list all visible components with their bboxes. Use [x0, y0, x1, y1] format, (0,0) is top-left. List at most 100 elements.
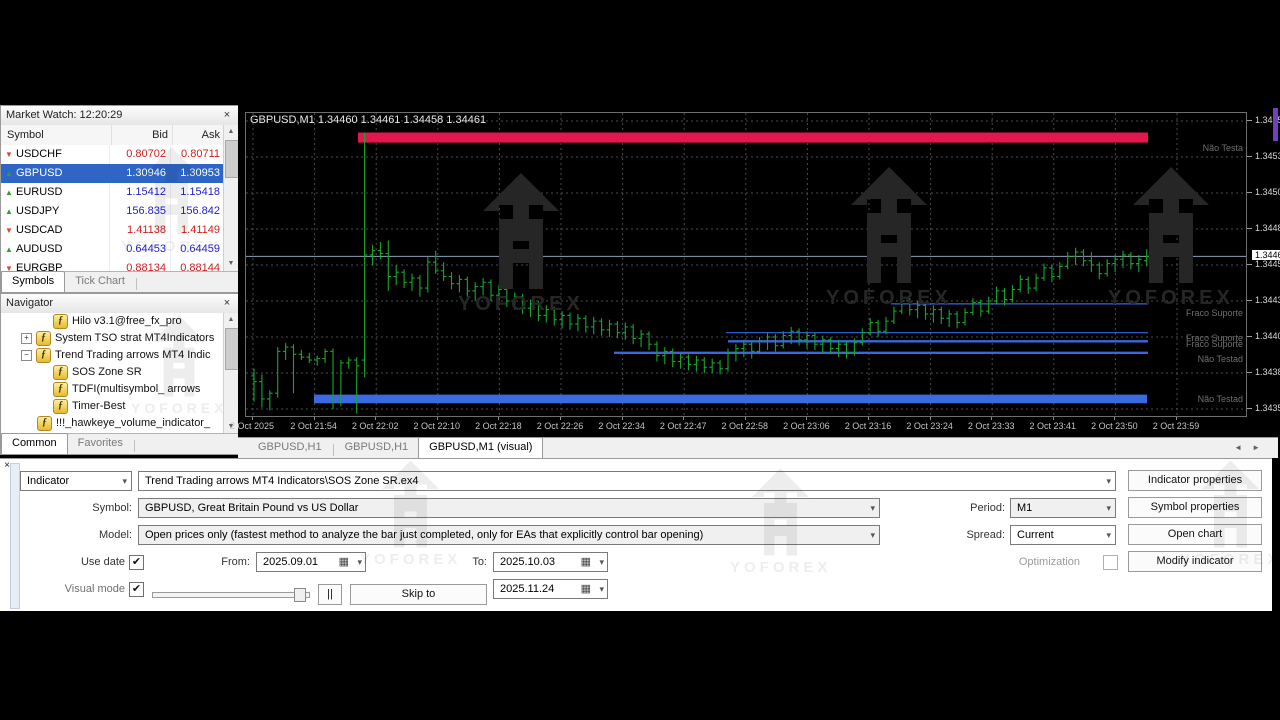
chart-canvas[interactable]	[246, 113, 1246, 416]
model-select[interactable]: Open prices only (fastest method to anal…	[138, 525, 880, 545]
close-icon[interactable]: ×	[220, 296, 234, 310]
use-date-checkbox[interactable]: ✔	[129, 555, 144, 570]
scroll-down-icon[interactable]: ▼	[224, 257, 238, 271]
chevron-down-icon[interactable]: ▾	[599, 553, 604, 571]
expert-type-select[interactable]: Indicator ▾	[20, 471, 132, 491]
to-label: To:	[472, 556, 487, 568]
navigator-item[interactable]: ƒ !!!_hawkeye_volume_indicator_	[1, 415, 224, 432]
open-chart-button[interactable]: Open chart	[1128, 524, 1262, 545]
tab-scroll-arrows[interactable]: ◄►	[1234, 443, 1270, 452]
navigator-item[interactable]: − ƒ Trend Trading arrows MT4 Indic	[1, 347, 224, 364]
tab-favorites[interactable]: Favorites	[68, 434, 133, 454]
market-watch-row[interactable]: ▼ USDCHF 0.80702 0.80711	[1, 145, 224, 164]
navigator-scrollbar[interactable]: ▲ ▼	[223, 313, 239, 434]
price-axis-label: 1.34430	[1255, 295, 1280, 305]
chart-scrollbar-thumb[interactable]	[1273, 108, 1278, 141]
time-axis-label: 2 Oct 22:47	[659, 421, 707, 431]
tab-gbpusd-h1-1[interactable]: GBPUSD,H1	[248, 438, 332, 458]
navigator-item[interactable]: + ƒ System TSO strat MT4Indicators	[1, 330, 224, 347]
time-tick	[868, 417, 869, 420]
price-axis[interactable]: 1.345551.345301.345051.344801.344611.344…	[1247, 112, 1280, 415]
tab-tick-chart[interactable]: Tick Chart	[65, 272, 135, 292]
tab-common[interactable]: Common	[1, 433, 68, 454]
market-watch-row[interactable]: ▲ AUDUSD 0.64453 0.64459	[1, 240, 224, 259]
expert-type-value: Indicator	[27, 475, 70, 487]
scrollbar-thumb[interactable]	[225, 328, 239, 370]
navigator-item[interactable]: ƒ SOS Zone SR	[1, 364, 224, 381]
chevron-down-icon[interactable]: ▾	[357, 553, 362, 571]
navigator-item-label: !!!_hawkeye_volume_indicator_	[56, 417, 211, 429]
current-price-label: 1.34461	[1252, 250, 1280, 261]
indicator-icon: ƒ	[37, 416, 52, 431]
chart-tab-bar: GBPUSD,H1 GBPUSD,H1 GBPUSD,M1 (visual) ◄…	[238, 437, 1278, 458]
market-watch-row[interactable]: ▲ EURUSD 1.15412 1.15418	[1, 183, 224, 202]
market-watch-row[interactable]: ▼ EURGBP 0.88134 0.88144	[1, 259, 224, 271]
visual-mode-checkbox[interactable]: ✔	[129, 582, 144, 597]
time-tick	[1052, 417, 1054, 420]
market-watch-row[interactable]: ▲ GBPUSD 1.30946 1.30953	[1, 164, 224, 183]
zone-annotation: Não Testa	[1202, 143, 1243, 154]
zone-annotation: Fraco Suporte	[1185, 307, 1243, 318]
visual-speed-slider[interactable]	[152, 588, 310, 602]
calendar-icon[interactable]: ▦	[581, 582, 591, 596]
chevron-down-icon[interactable]: ▾	[599, 580, 604, 598]
tab-separator	[332, 444, 334, 456]
spread-select[interactable]: Current ▾	[1010, 525, 1116, 545]
column-symbol[interactable]: Symbol	[1, 125, 112, 145]
price-tick	[1247, 336, 1252, 337]
to-date-field[interactable]: 2025.10.03 ▦ ▾	[493, 552, 608, 572]
navigator-item-label: Hilo v3.1@free_fx_pro	[72, 315, 182, 327]
navigator-item[interactable]: ƒ TDFI(multisymbol_ arrows	[1, 381, 224, 398]
time-axis-label: 2 Oct 22:02	[351, 421, 399, 431]
scroll-left-icon[interactable]: ◄	[1234, 443, 1252, 452]
skip-date-field[interactable]: 2025.11.24 ▦ ▾	[493, 579, 608, 599]
symbol-properties-button[interactable]: Symbol properties	[1128, 497, 1262, 518]
scroll-right-icon[interactable]: ►	[1252, 443, 1270, 452]
pause-button[interactable]: ||	[318, 584, 342, 605]
period-select[interactable]: M1 ▾	[1010, 498, 1116, 518]
symbol-name: ▼ USDCHF	[1, 145, 110, 164]
tab-gbpusd-m1-visual[interactable]: GBPUSD,M1 (visual)	[418, 437, 544, 458]
market-watch-row[interactable]: ▼ USDCAD 1.41138 1.41149	[1, 221, 224, 240]
calendar-icon[interactable]: ▦	[581, 555, 591, 569]
market-watch-scrollbar[interactable]: ▲ ▼	[223, 125, 239, 271]
indicator-properties-button[interactable]: Indicator properties	[1128, 470, 1262, 491]
from-date-field[interactable]: 2025.09.01 ▦ ▾	[256, 552, 366, 572]
spread-value: Current	[1017, 529, 1054, 541]
navigator-item[interactable]: ƒ Timer-Best	[1, 398, 224, 415]
time-tick	[991, 417, 993, 420]
calendar-icon[interactable]: ▦	[339, 555, 349, 569]
close-icon[interactable]: ×	[220, 108, 234, 122]
indicator-path-select[interactable]: Trend Trading arrows MT4 Indicators\SOS …	[138, 471, 1116, 491]
modify-indicator-button[interactable]: Modify indicator	[1128, 551, 1262, 572]
symbol-select[interactable]: GBPUSD, Great Britain Pound vs US Dollar…	[138, 498, 880, 518]
plus-icon[interactable]: +	[21, 333, 32, 344]
scrollbar-thumb[interactable]	[225, 140, 239, 178]
scroll-up-icon[interactable]: ▲	[224, 125, 238, 139]
skip-to-button[interactable]: Skip to	[350, 584, 487, 605]
market-watch-row[interactable]: ▲ USDJPY 156.835 156.842	[1, 202, 224, 221]
navigator-item[interactable]: ƒ Hilo v3.1@free_fx_pro	[1, 313, 224, 330]
slider-thumb[interactable]	[294, 588, 306, 602]
time-axis[interactable]: 2 Oct 2025 2 Oct 21:54 2 Oct 22:02 2 Oct 22…	[230, 417, 1245, 435]
tab-gbpusd-h1-2[interactable]: GBPUSD,H1	[335, 438, 419, 458]
time-tick	[313, 417, 315, 420]
use-date-label: Use date	[80, 556, 125, 568]
time-axis-label: 2 Oct 22:18	[475, 421, 522, 431]
slider-track[interactable]	[152, 592, 310, 598]
column-bid[interactable]: Bid	[112, 125, 173, 145]
time-tick	[929, 417, 931, 420]
period-label: Period:	[970, 502, 1005, 514]
time-axis-label: 2 Oct 23:50	[1091, 421, 1138, 431]
navigator-item-label: SOS Zone SR	[72, 366, 142, 378]
chart-plot-area[interactable]: GBPUSD,M1 1.34460 1.34461 1.34458 1.3446…	[245, 112, 1247, 417]
time-tick	[1176, 417, 1177, 420]
scroll-up-icon[interactable]: ▲	[224, 313, 238, 327]
skip-date-value: 2025.11.24	[500, 583, 555, 595]
column-ask[interactable]: Ask	[173, 125, 224, 145]
minus-icon[interactable]: −	[21, 350, 32, 361]
time-axis-label: 2 Oct 22:34	[598, 421, 645, 431]
chevron-down-icon: ▾	[870, 503, 875, 513]
tab-symbols[interactable]: Symbols	[1, 271, 66, 292]
optimization-checkbox[interactable]	[1103, 555, 1118, 570]
